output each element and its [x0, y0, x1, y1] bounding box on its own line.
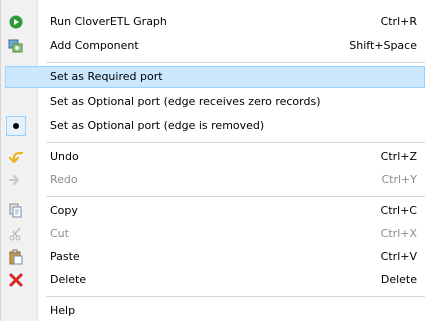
menu-item-help[interactable]: Help: [2, 300, 427, 322]
copy-icon: [8, 203, 24, 219]
menu-item-label: Help: [50, 304, 76, 317]
menu-item-set-optional-port-edge-removed[interactable]: Set as Optional port (edge is removed): [2, 115, 427, 137]
menu-item-redo[interactable]: Redo Ctrl+Y: [2, 169, 427, 191]
menu-item-shortcut: Ctrl+Z: [380, 150, 417, 163]
menu-item-add-component[interactable]: Add Component Shift+Space: [2, 35, 427, 57]
menu-separator: [46, 142, 425, 143]
add-component-icon: [8, 38, 24, 54]
menu-item-shortcut: Ctrl+Y: [381, 173, 417, 186]
menu-separator: [46, 62, 425, 63]
menu-item-paste[interactable]: Paste Ctrl+V: [2, 246, 427, 268]
menu-item-delete[interactable]: Delete Delete: [2, 269, 427, 291]
menu-item-label: Cut: [50, 227, 69, 240]
menu-item-copy[interactable]: Copy Ctrl+C: [2, 200, 427, 222]
menu-item-set-required-port[interactable]: Set as Required port: [2, 66, 427, 88]
menu-item-label: Redo: [50, 173, 78, 186]
menu-item-label: Run CloverETL Graph: [50, 15, 167, 28]
menu-item-set-optional-port-zero-records[interactable]: Set as Optional port (edge receives zero…: [2, 91, 427, 113]
menu-item-label: Delete: [50, 273, 87, 286]
menu-item-label: Add Component: [50, 39, 139, 52]
menu-item-label: Undo: [50, 150, 79, 163]
menu-item-shortcut: Ctrl+C: [380, 204, 417, 217]
menu-item-label: Set as Required port: [50, 70, 163, 83]
paste-icon: [8, 249, 24, 265]
undo-icon: [8, 149, 24, 165]
menu-item-undo[interactable]: Undo Ctrl+Z: [2, 146, 427, 168]
cut-icon: [8, 226, 24, 242]
menu-item-cut[interactable]: Cut Ctrl+X: [2, 223, 427, 245]
menu-item-shortcut: Delete: [380, 273, 417, 286]
redo-icon: [8, 172, 24, 188]
menu-item-shortcut: Ctrl+R: [380, 15, 417, 28]
menu-separator: [46, 296, 425, 297]
delete-icon: [8, 272, 24, 288]
menu-separator: [46, 196, 425, 197]
menu-item-label: Set as Optional port (edge receives zero…: [50, 95, 321, 108]
menu-item-label: Paste: [50, 250, 80, 263]
menu-item-label: Copy: [50, 204, 78, 217]
radio-selected-icon: [6, 116, 26, 136]
context-menu: Run CloverETL Graph Ctrl+R Add Component…: [0, 0, 428, 321]
run-icon: [8, 14, 24, 30]
menu-item-shortcut: Ctrl+X: [380, 227, 417, 240]
menu-item-label: Set as Optional port (edge is removed): [50, 119, 265, 132]
menu-item-shortcut: Shift+Space: [349, 39, 417, 52]
menu-item-shortcut: Ctrl+V: [380, 250, 417, 263]
menu-item-run-graph[interactable]: Run CloverETL Graph Ctrl+R: [2, 11, 427, 33]
